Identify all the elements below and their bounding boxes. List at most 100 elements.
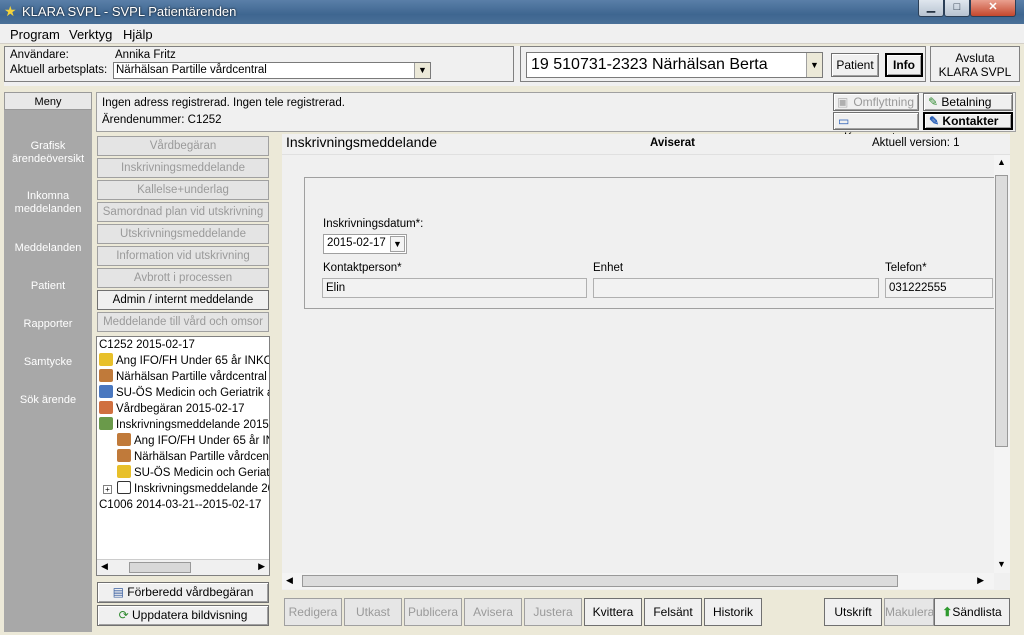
bed-icon: ▤ <box>112 585 124 599</box>
historik-button[interactable]: Historik <box>704 598 762 626</box>
nav-item-inkomna[interactable]: Inkomna meddelanden <box>4 190 92 216</box>
inskrivningsmeddelande-button[interactable]: Inskrivningsmeddelande <box>97 158 269 178</box>
phone-label: Telefon* <box>885 262 927 274</box>
tree-item[interactable]: SU-ÖS Medicin och Geriatrik av <box>99 385 270 401</box>
tree-label: C1252 2015-02-17 <box>99 339 195 351</box>
date-value: 2015-02-17 <box>327 237 386 249</box>
scroll-right-icon[interactable]: ▶ <box>977 575 984 586</box>
menu-hjalp[interactable]: Hjälp <box>123 27 153 42</box>
tree-item[interactable]: + Inskrivningsmeddelande 201 <box>103 481 270 497</box>
exit-button[interactable]: Avsluta KLARA SVPL <box>930 46 1020 82</box>
justera-button[interactable]: Justera <box>524 598 582 626</box>
makulera-button[interactable]: Makulera <box>884 598 934 626</box>
person-icon <box>99 401 113 414</box>
patient-group: 19 510731-2323 Närhälsan Berta ▼ Patient… <box>520 46 926 82</box>
address-info: Ingen adress registrerad. Ingen tele reg… <box>102 97 345 109</box>
omflyttning-button[interactable]: ▣ Omflyttning <box>833 93 919 111</box>
contact-field[interactable]: Elin <box>322 278 587 298</box>
side-nav: Meny Grafisk ärendeöversikt Inkomna medd… <box>4 92 92 632</box>
patient-button[interactable]: Patient <box>831 53 879 77</box>
main-hscrollbar[interactable]: ◀ ▶ <box>282 573 994 589</box>
sandlista-button[interactable]: ⬆Sändlista <box>934 598 1010 626</box>
kommentar-button[interactable]: ▭ Kommentar <box>833 112 919 144</box>
kallelse-underlag-button[interactable]: Kallelse+underlag <box>97 180 269 200</box>
tree-item[interactable]: SU-ÖS Medicin och Geriatril <box>117 465 269 481</box>
main-hscroll-thumb[interactable] <box>302 575 898 587</box>
tree-hscrollbar[interactable]: ◀ ▶ <box>97 559 269 575</box>
tree-item[interactable]: Ang IFO/FH Under 65 år INKOF <box>99 353 269 369</box>
forberedd-vardbegaran-button[interactable]: ▤ Förberedd vårdbegäran <box>97 582 269 603</box>
samordnad-plan-button[interactable]: Samordnad plan vid utskrivning <box>97 202 269 222</box>
phone-field[interactable]: 031222555 <box>885 278 993 298</box>
scroll-up-icon[interactable]: ▲ <box>997 157 1006 167</box>
redigera-button[interactable]: Redigera <box>284 598 342 626</box>
forberedd-label: Förberedd vårdbegäran <box>127 585 254 599</box>
felsant-button[interactable]: Felsänt <box>644 598 702 626</box>
tree-item[interactable]: Vårdbegäran 2015-02-17 <box>99 401 245 417</box>
people-icon <box>117 449 131 462</box>
case-tree: C1252 2015-02-17 Ang IFO/FH Under 65 år … <box>96 336 270 576</box>
vardbegaran-button[interactable]: Vårdbegäran <box>97 136 269 156</box>
avisera-button[interactable]: Avisera <box>464 598 522 626</box>
scroll-left-icon[interactable]: ◀ <box>101 561 108 572</box>
menu-header: Meny <box>4 92 92 110</box>
kontakter-button[interactable]: ✎ Kontakter <box>923 112 1013 130</box>
publicera-button[interactable]: Publicera <box>404 598 462 626</box>
tree-item-case[interactable]: C1006 2014-03-21--2015-02-17 <box>99 497 261 513</box>
nav-item-grafisk[interactable]: Grafisk ärendeöversikt <box>4 140 92 166</box>
admin-meddelande-button[interactable]: Admin / internt meddelande <box>97 290 269 310</box>
chevron-down-icon[interactable]: ▼ <box>390 236 405 252</box>
tree-scroll-thumb[interactable] <box>129 562 191 573</box>
utskrift-button[interactable]: Utskrift <box>824 598 882 626</box>
scroll-left-icon[interactable]: ◀ <box>286 575 293 586</box>
menu-verktyg[interactable]: Verktyg <box>69 27 112 42</box>
nav-item-patient[interactable]: Patient <box>4 280 92 293</box>
tree-item[interactable]: Inskrivningsmeddelande 2015-0 <box>99 417 269 433</box>
form-scroll-area: Inskrivningsdatum*: 2015-02-17 ▼ Kontakt… <box>282 154 1010 590</box>
scroll-right-icon[interactable]: ▶ <box>258 561 265 572</box>
utkast-button[interactable]: Utkast <box>344 598 402 626</box>
nav-item-samtycke[interactable]: Samtycke <box>4 356 92 369</box>
date-picker[interactable]: 2015-02-17 ▼ <box>323 234 407 254</box>
maximize-button[interactable]: □ <box>944 0 970 17</box>
close-button[interactable]: ✕ <box>970 0 1016 17</box>
expand-icon[interactable]: + <box>103 485 112 494</box>
tree-label: SU-ÖS Medicin och Geriatrik av <box>116 387 270 399</box>
key-icon <box>117 465 131 478</box>
scroll-down-icon[interactable]: ▼ <box>997 559 1006 569</box>
patient-select[interactable]: 19 510731-2323 Närhälsan Berta ▼ <box>526 52 823 78</box>
nav-item-meddelanden[interactable]: Meddelanden <box>4 242 92 255</box>
main-vscroll-thumb[interactable] <box>995 175 1008 447</box>
minimize-button[interactable]: ▁ <box>918 0 944 17</box>
uppdatera-bildvisning-button[interactable]: ⟳ Uppdatera bildvisning <box>97 605 269 626</box>
chevron-down-icon[interactable]: ▼ <box>414 63 430 78</box>
main-vscrollbar[interactable]: ▲ ▼ <box>994 155 1010 573</box>
nav-item-rapporter[interactable]: Rapporter <box>4 318 92 331</box>
tree-item-case[interactable]: C1252 2015-02-17 <box>99 337 195 353</box>
tree-label: C1006 2014-03-21--2015-02-17 <box>99 499 262 511</box>
unit-field[interactable] <box>593 278 879 298</box>
nav-item-sok-arende[interactable]: Sök ärende <box>4 394 92 407</box>
tree-label: Inskrivningsmeddelande 201 <box>134 483 270 495</box>
betalning-button[interactable]: ✎ Betalning <box>923 93 1013 111</box>
info-button[interactable]: Info <box>885 53 923 77</box>
menu-program[interactable]: Program <box>10 27 60 42</box>
information-utskrivning-button[interactable]: Information vid utskrivning <box>97 246 269 266</box>
tree-item[interactable]: Ang IFO/FH Under 65 år IN <box>117 433 269 449</box>
user-label: Användare: <box>10 49 69 61</box>
tree-item[interactable]: Närhälsan Partille vårdcentral 20 <box>99 369 269 385</box>
avbrott-button[interactable]: Avbrott i processen <box>97 268 269 288</box>
case-info-bar: Ingen adress registrerad. Ingen tele reg… <box>96 92 1016 144</box>
utskrivningsmeddelande-button[interactable]: Utskrivningsmeddelande <box>97 224 269 244</box>
user-value: Annika Fritz <box>115 49 176 61</box>
sandlista-label: Sändlista <box>952 605 1002 619</box>
tree-item[interactable]: Närhälsan Partille vårdcentra <box>117 449 269 465</box>
workplace-select[interactable]: Närhälsan Partille vårdcentral ▼ <box>113 62 431 79</box>
meddelande-vard-omsorg-button[interactable]: Meddelande till vård och omsor <box>97 312 269 332</box>
kvittera-button[interactable]: Kvittera <box>584 598 642 626</box>
document-icon <box>99 417 113 430</box>
chevron-down-icon[interactable]: ▼ <box>806 53 822 77</box>
exit-label-line2: KLARA SVPL <box>938 65 1012 79</box>
workplace-label: Aktuell arbetsplats: <box>10 64 108 76</box>
arrow-up-icon: ⬆ <box>942 605 953 619</box>
